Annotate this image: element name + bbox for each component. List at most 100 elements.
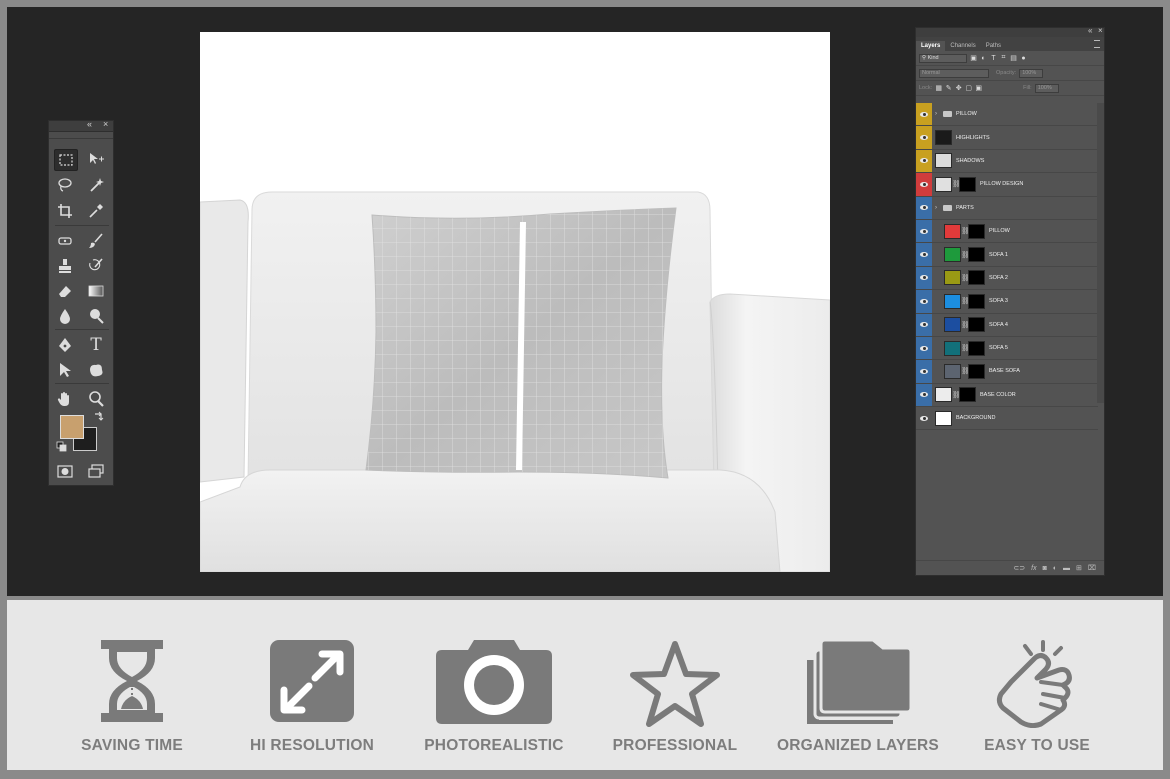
marquee-tool-icon[interactable]	[54, 149, 78, 171]
lock-image-icon[interactable]: ✎	[945, 85, 952, 92]
layer-name[interactable]: BASE COLOR	[980, 392, 1016, 398]
layer-mask-thumbnail[interactable]	[968, 247, 985, 263]
blend-mode-select[interactable]: Normal	[919, 68, 989, 78]
layer-group-row[interactable]: › PILLOW	[916, 103, 1098, 127]
close-icon[interactable]: ×	[103, 119, 108, 129]
layer-thumbnail[interactable]	[935, 153, 952, 169]
visibility-eye-icon[interactable]	[916, 360, 932, 383]
layer-row[interactable]: ⛓ PILLOW	[916, 219, 1098, 244]
visibility-eye-icon[interactable]	[916, 383, 932, 407]
swap-colors-icon[interactable]	[93, 411, 105, 423]
visibility-eye-icon[interactable]	[916, 407, 932, 430]
path-selection-tool-icon[interactable]	[54, 360, 76, 380]
layer-row[interactable]: ⛓ SOFA 2	[916, 266, 1098, 291]
type-tool-icon[interactable]: T	[85, 335, 107, 355]
tab-channels[interactable]: Channels	[945, 41, 980, 51]
panel-menu-icon[interactable]	[1094, 40, 1100, 48]
tab-layers[interactable]: Layers	[916, 41, 946, 51]
layer-row[interactable]: HIGHLIGHTS	[916, 126, 1098, 150]
fx-icon[interactable]: fx	[1031, 565, 1036, 572]
layer-thumbnail[interactable]	[944, 247, 961, 263]
opacity-field[interactable]: 100%	[1019, 68, 1044, 78]
filter-type-icon[interactable]: T	[990, 55, 997, 62]
screen-mode-icon[interactable]	[85, 461, 107, 481]
layer-thumbnail[interactable]	[944, 317, 961, 333]
document-canvas[interactable]	[200, 32, 830, 572]
blur-tool-icon[interactable]	[54, 306, 76, 326]
quick-mask-icon[interactable]	[54, 461, 76, 481]
foreground-color-swatch[interactable]	[60, 415, 84, 439]
healing-brush-tool-icon[interactable]	[54, 231, 76, 251]
mask-link-icon[interactable]: ⛓	[952, 180, 961, 188]
lock-artboard-icon[interactable]: ▢	[965, 85, 972, 92]
layer-thumbnail[interactable]	[935, 387, 952, 403]
lock-position-icon[interactable]: ✥	[955, 85, 962, 92]
layer-mask-thumbnail[interactable]	[968, 340, 985, 356]
layer-row[interactable]: ⛓ SOFA 5	[916, 336, 1098, 361]
layer-thumbnail[interactable]	[944, 293, 961, 309]
layer-row[interactable]: ⛓ BASE SOFA	[916, 360, 1098, 384]
zoom-tool-icon[interactable]	[85, 389, 107, 409]
visibility-eye-icon[interactable]	[916, 173, 932, 196]
mask-link-icon[interactable]: ⛓	[961, 274, 970, 282]
tab-paths[interactable]: Paths	[981, 41, 1006, 51]
custom-shape-tool-icon[interactable]	[85, 360, 107, 380]
link-icon[interactable]: ⊂⊃	[1013, 564, 1025, 572]
layer-name[interactable]: BASE SOFA	[989, 368, 1020, 374]
move-tool-icon[interactable]	[85, 149, 107, 169]
mask-link-icon[interactable]: ⛓	[961, 344, 970, 352]
layer-row[interactable]: ⛓ PILLOW DESIGN	[916, 173, 1098, 197]
layer-mask-thumbnail[interactable]	[959, 176, 976, 192]
panel-grip[interactable]	[49, 132, 113, 139]
visibility-eye-icon[interactable]	[916, 149, 932, 173]
layer-row[interactable]: ⛓ SOFA 3	[916, 290, 1098, 314]
visibility-eye-icon[interactable]	[916, 336, 932, 360]
collapse-icon[interactable]: «	[87, 119, 92, 129]
layer-thumbnail[interactable]	[944, 340, 961, 356]
layer-name[interactable]: SOFA 3	[989, 298, 1008, 304]
layer-thumbnail[interactable]	[935, 176, 952, 192]
visibility-eye-icon[interactable]	[916, 196, 932, 219]
visibility-eye-icon[interactable]	[916, 243, 932, 266]
layer-thumbnail[interactable]	[935, 130, 952, 146]
layer-group-row[interactable]: › PARTS	[916, 196, 1098, 220]
layer-mask-thumbnail[interactable]	[968, 317, 985, 333]
eraser-tool-icon[interactable]	[54, 281, 76, 301]
layer-row[interactable]: BACKGROUND	[916, 407, 1098, 431]
layer-mask-thumbnail[interactable]	[968, 223, 985, 239]
filter-toggle-icon[interactable]: ●	[1020, 55, 1027, 62]
mask-link-icon[interactable]: ⛓	[961, 321, 970, 329]
visibility-eye-icon[interactable]	[916, 126, 932, 149]
layers-scrollbar[interactable]	[1097, 103, 1104, 403]
layer-name[interactable]: BACKGROUND	[956, 415, 995, 421]
layer-mask-thumbnail[interactable]	[968, 293, 985, 309]
layer-name[interactable]: PILLOW	[989, 228, 1010, 234]
layer-row[interactable]: ⛓ BASE COLOR	[916, 383, 1098, 408]
default-colors-icon[interactable]	[56, 441, 68, 453]
dodge-tool-icon[interactable]	[85, 306, 107, 326]
fill-field[interactable]: 100%	[1034, 83, 1059, 93]
layer-thumbnail[interactable]	[944, 363, 961, 379]
visibility-eye-icon[interactable]	[916, 103, 932, 126]
magic-wand-tool-icon[interactable]	[85, 175, 107, 195]
layer-row[interactable]: ⛓ SOFA 4	[916, 313, 1098, 337]
layer-name[interactable]: SHADOWS	[956, 158, 984, 164]
mask-link-icon[interactable]: ⛓	[952, 391, 961, 399]
mask-link-icon[interactable]: ⛓	[961, 251, 970, 259]
mask-icon[interactable]: ◙	[1043, 565, 1047, 572]
folder-icon[interactable]: ▬	[1063, 565, 1070, 572]
history-brush-tool-icon[interactable]	[85, 256, 107, 276]
lasso-tool-icon[interactable]	[54, 175, 76, 195]
layer-mask-thumbnail[interactable]	[968, 363, 985, 379]
expand-caret-icon[interactable]: ›	[935, 205, 937, 211]
trash-icon[interactable]: ⌧	[1088, 564, 1096, 572]
crop-tool-icon[interactable]	[54, 201, 76, 221]
mask-link-icon[interactable]: ⛓	[961, 367, 970, 375]
layer-thumbnail[interactable]	[935, 410, 952, 426]
layer-name[interactable]: SOFA 5	[989, 345, 1008, 351]
layer-thumbnail[interactable]	[944, 270, 961, 286]
layer-row[interactable]: SHADOWS	[916, 149, 1098, 174]
layer-name[interactable]: PILLOW DESIGN	[980, 181, 1023, 187]
collapse-icon[interactable]: «	[1088, 26, 1092, 35]
lock-all-icon[interactable]: ▣	[975, 85, 982, 92]
